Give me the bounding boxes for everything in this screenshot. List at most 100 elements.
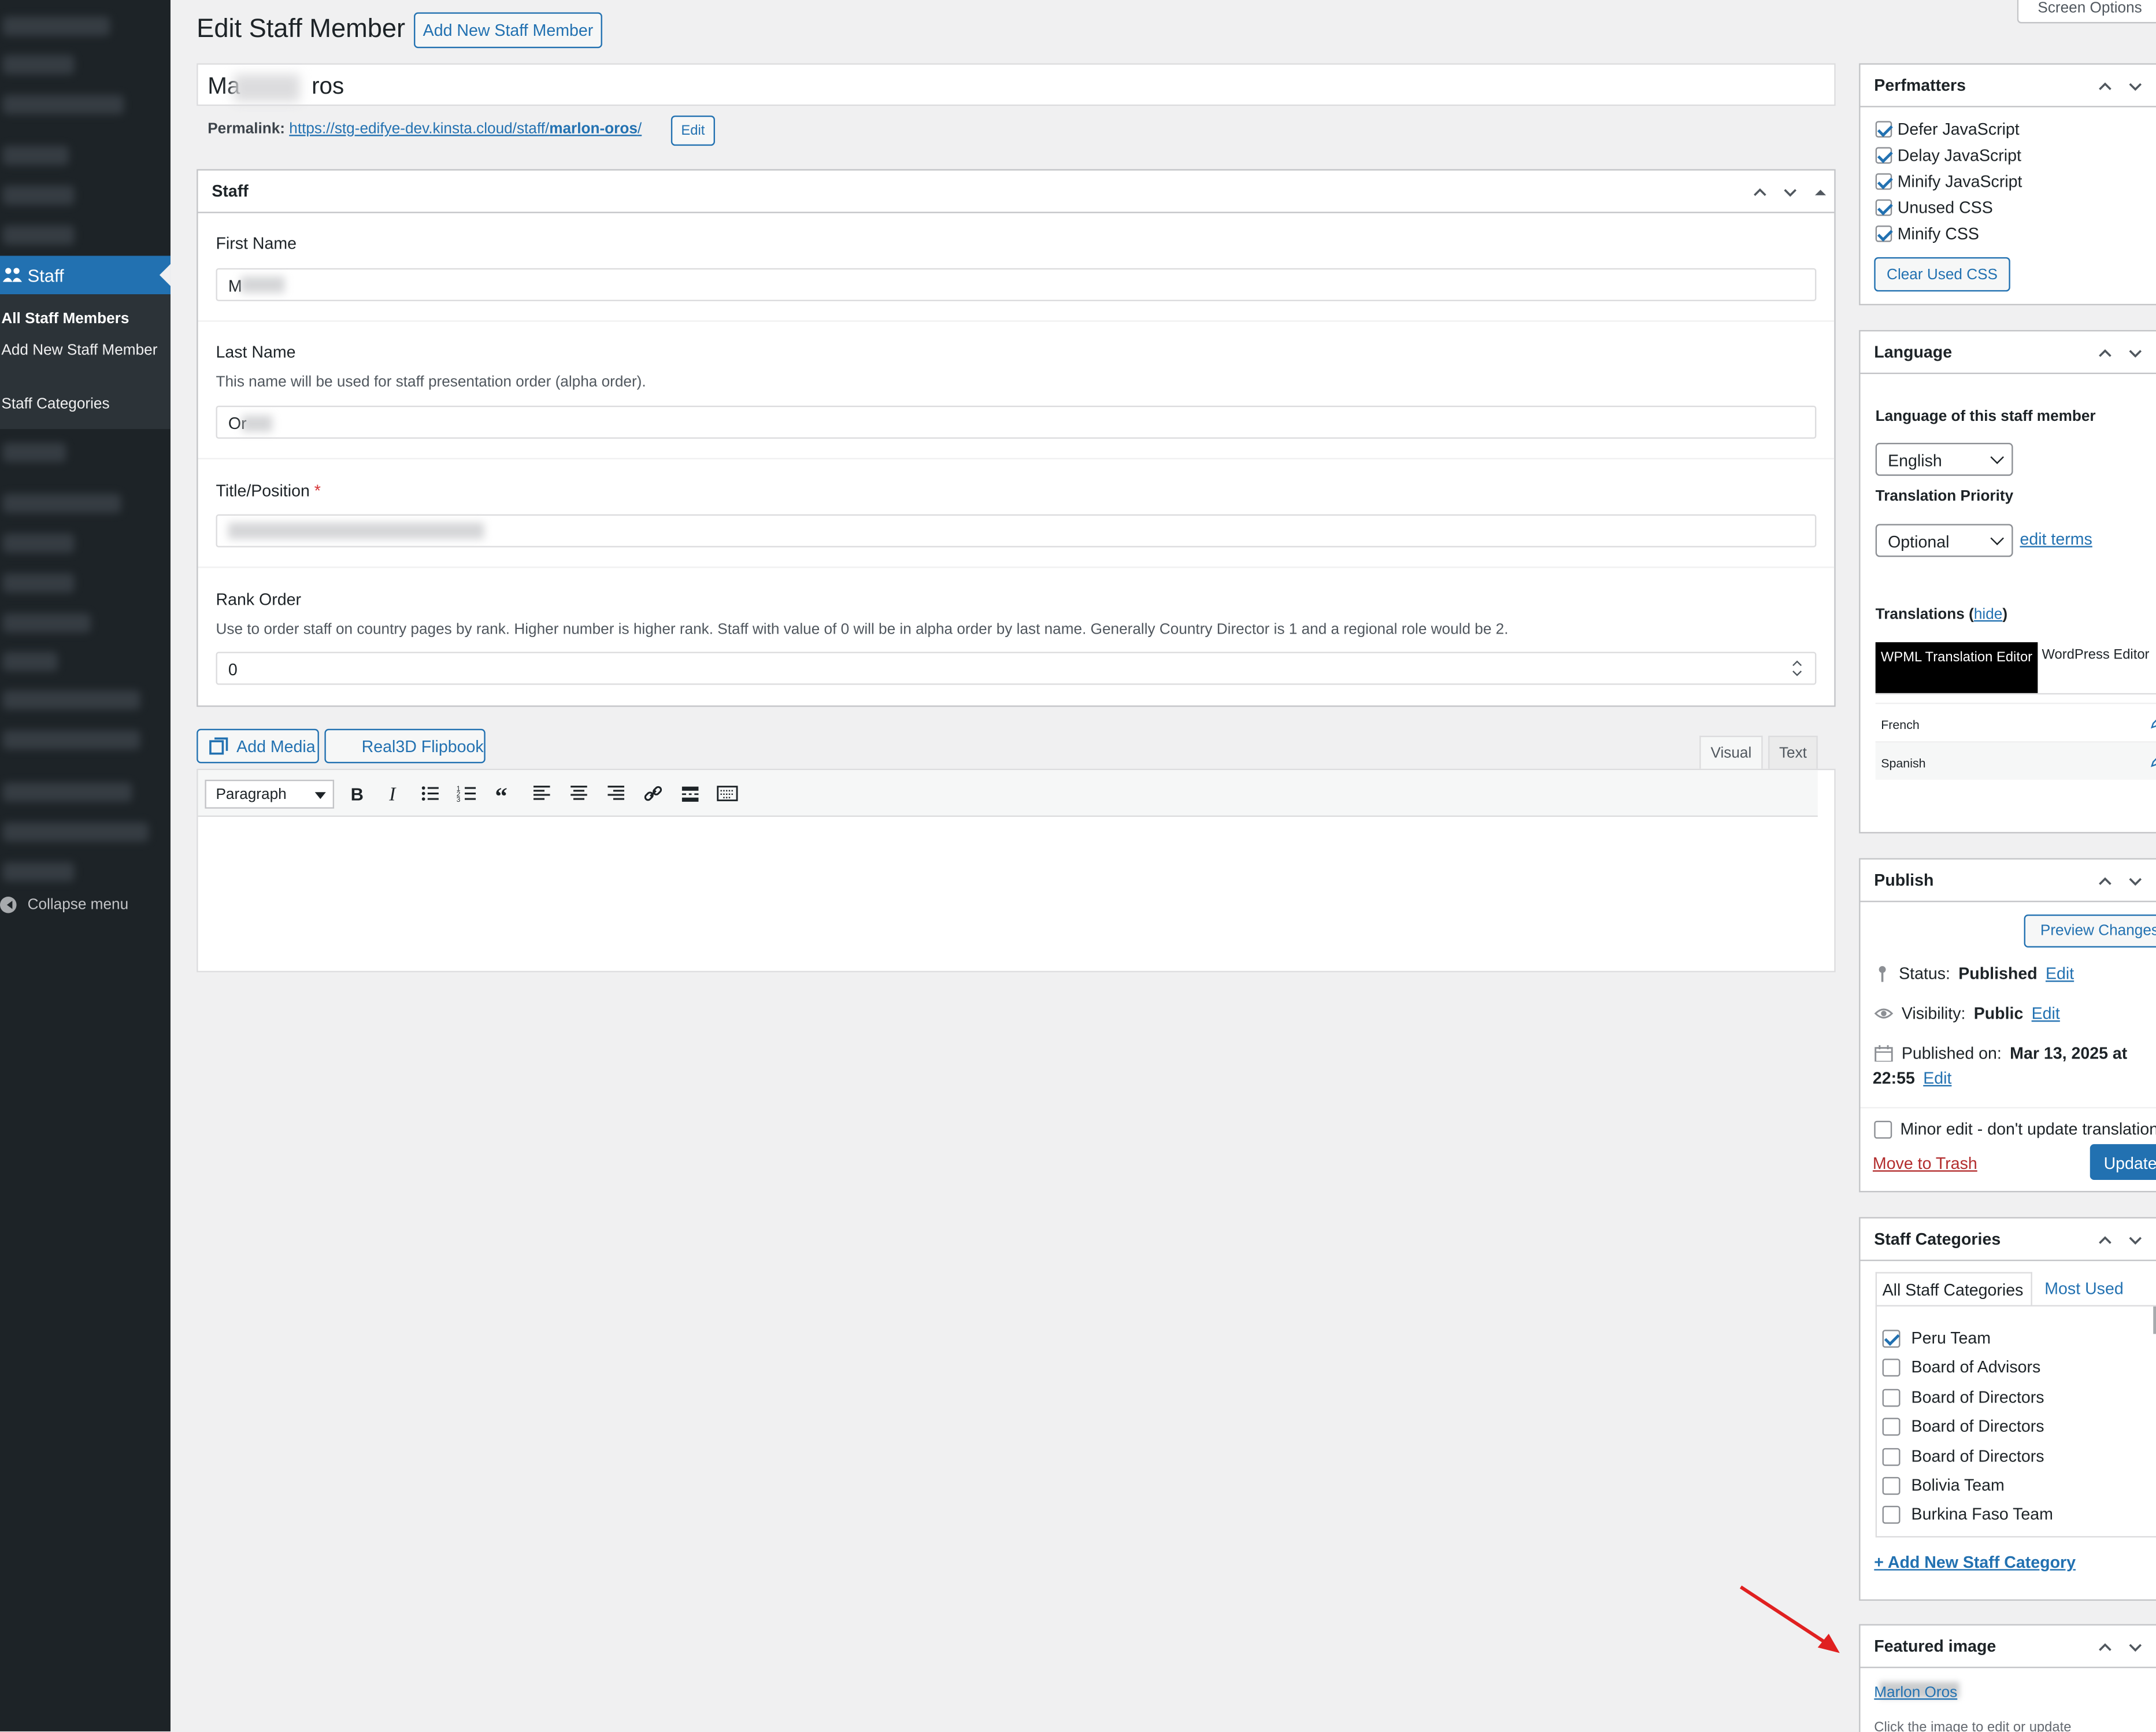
visibility-edit-link[interactable]: Edit <box>2032 1004 2060 1023</box>
preview-changes-button[interactable]: Preview Changes <box>2024 914 2156 948</box>
chevron-down-icon[interactable] <box>2126 1231 2145 1250</box>
italic-icon[interactable]: I <box>382 783 404 805</box>
tab-text[interactable]: Text <box>1768 735 1818 771</box>
menu-item-blurred[interactable] <box>2 55 75 75</box>
post-title-input[interactable]: Ma ros <box>197 63 1836 106</box>
category-item[interactable]: Burkina Faso Team <box>1882 1504 2053 1524</box>
move-to-trash-link[interactable]: Move to Trash <box>1873 1154 1977 1173</box>
add-media-button[interactable]: Add Media <box>197 728 319 764</box>
permalink-edit-button[interactable]: Edit <box>670 115 715 146</box>
bullet-list-icon[interactable] <box>420 783 442 805</box>
pencil-icon[interactable] <box>2150 715 2156 729</box>
staff-categories-header[interactable]: Staff Categories <box>1860 1219 2156 1261</box>
checkbox[interactable] <box>1882 1417 1901 1435</box>
menu-item-blurred[interactable] <box>2 822 149 842</box>
chevron-down-icon[interactable] <box>2126 344 2145 363</box>
minor-edit-checkbox[interactable] <box>1874 1120 1892 1138</box>
chevron-up-icon[interactable] <box>2095 1231 2114 1250</box>
checkbox[interactable] <box>1882 1358 1901 1376</box>
menu-item-blurred[interactable] <box>2 533 75 553</box>
publish-header[interactable]: Publish <box>1860 860 2156 902</box>
category-item[interactable]: Board of Directors <box>1882 1387 2044 1407</box>
menu-item-blurred[interactable] <box>2 690 140 710</box>
tab-visual[interactable]: Visual <box>1699 735 1763 771</box>
scrollbar[interactable] <box>2153 1306 2156 1334</box>
unused-css-option[interactable]: Unused CSS <box>1875 198 1993 217</box>
spinner-icon[interactable] <box>1790 658 1804 678</box>
chevron-up-icon[interactable] <box>2095 1638 2114 1657</box>
staff-metabox-header[interactable]: Staff <box>198 171 1835 213</box>
category-item[interactable]: Board of Directors <box>1882 1446 2044 1466</box>
read-more-icon[interactable] <box>679 783 701 805</box>
tab-wordpress-editor[interactable]: WordPress Editor <box>2039 642 2156 693</box>
menu-item-blurred[interactable] <box>2 652 58 671</box>
tab-all-categories[interactable]: All Staff Categories <box>1875 1272 2032 1307</box>
collapse-menu[interactable]: Collapse menu <box>0 896 128 913</box>
category-item[interactable]: Board of Directors <box>1882 1416 2044 1435</box>
tab-wpml-editor[interactable]: WPML Translation Editor <box>1875 642 2038 693</box>
checkbox[interactable] <box>1882 1388 1901 1407</box>
blockquote-icon[interactable]: “ <box>494 783 516 805</box>
minor-edit-row[interactable]: Minor edit - don't update translation <box>1874 1119 2156 1139</box>
toggle-panel-icon[interactable] <box>1811 183 1830 202</box>
chevron-up-icon[interactable] <box>2095 77 2114 96</box>
bold-icon[interactable]: B <box>345 783 367 805</box>
checkbox[interactable] <box>1875 147 1892 164</box>
checkbox[interactable] <box>1875 121 1892 138</box>
menu-item-staff[interactable]: Staff <box>0 256 171 295</box>
checkbox[interactable] <box>1875 199 1892 216</box>
menu-item-blurred[interactable] <box>2 146 69 165</box>
content-editor[interactable]: Paragraph B I 123 “ <box>197 768 1836 972</box>
last-name-input[interactable]: Or <box>216 405 1817 439</box>
clear-used-css-button[interactable]: Clear Used CSS <box>1874 257 2010 292</box>
submenu-all-staff[interactable]: All Staff Members <box>0 309 162 330</box>
update-button[interactable]: Update <box>2090 1144 2156 1180</box>
menu-item-blurred[interactable] <box>2 730 140 750</box>
menu-item-blurred[interactable] <box>2 613 91 633</box>
permalink-url[interactable]: https://stg-edifye-dev.kinsta.cloud/staf… <box>289 121 642 138</box>
menu-item-blurred[interactable] <box>2 493 121 513</box>
translation-priority-select[interactable]: Optional <box>1875 524 2013 557</box>
category-item[interactable]: Bolivia Team <box>1882 1475 2005 1495</box>
translations-hide-link[interactable]: hide <box>1974 606 2002 623</box>
chevron-up-icon[interactable] <box>1750 183 1769 202</box>
featured-image-header[interactable]: Featured image <box>1860 1626 2156 1668</box>
language-select[interactable]: English <box>1875 442 2013 476</box>
checkbox[interactable] <box>1882 1329 1901 1348</box>
checkbox[interactable] <box>1875 225 1892 242</box>
chevron-down-icon[interactable] <box>2126 1638 2145 1657</box>
minify-css-option[interactable]: Minify CSS <box>1875 224 1979 243</box>
tab-most-used[interactable]: Most Used <box>2044 1279 2123 1298</box>
perfmatters-header[interactable]: Perfmatters <box>1860 65 2156 108</box>
numbered-list-icon[interactable]: 123 <box>457 783 479 805</box>
align-right-icon[interactable] <box>605 783 627 805</box>
flipbook-button[interactable]: Real3D Flipbook <box>324 728 486 764</box>
featured-image-link[interactable]: Marlon Oros <box>1874 1685 1957 1701</box>
menu-item-blurred[interactable] <box>2 186 75 205</box>
toolbar-toggle-icon[interactable] <box>716 783 738 805</box>
menu-item-blurred[interactable] <box>2 16 110 36</box>
checkbox[interactable] <box>1875 173 1892 190</box>
first-name-input[interactable]: M <box>216 268 1817 301</box>
chevron-up-icon[interactable] <box>2095 344 2114 363</box>
checkbox[interactable] <box>1882 1505 1901 1523</box>
menu-item-blurred[interactable] <box>2 782 132 802</box>
add-new-staff-button[interactable]: Add New Staff Member <box>414 12 602 49</box>
rank-order-input[interactable]: 0 <box>216 652 1817 685</box>
menu-item-blurred[interactable] <box>2 95 124 114</box>
menu-item-blurred[interactable] <box>2 442 66 462</box>
category-item[interactable]: Board of Advisors <box>1882 1357 2040 1376</box>
delay-js-option[interactable]: Delay JavaScript <box>1875 146 2021 165</box>
menu-item-blurred[interactable] <box>2 862 75 882</box>
minify-js-option[interactable]: Minify JavaScript <box>1875 172 2022 191</box>
published-edit-link[interactable]: Edit <box>1923 1068 1951 1087</box>
align-left-icon[interactable] <box>531 783 553 805</box>
add-new-category-link[interactable]: + Add New Staff Category <box>1874 1553 2076 1572</box>
menu-item-blurred[interactable] <box>2 225 75 245</box>
pencil-icon[interactable] <box>2150 754 2156 768</box>
chevron-down-icon[interactable] <box>2126 872 2145 891</box>
link-icon[interactable] <box>642 783 664 805</box>
chevron-up-icon[interactable] <box>2095 872 2114 891</box>
submenu-staff-categories[interactable]: Staff Categories <box>0 395 162 416</box>
menu-item-blurred[interactable] <box>2 573 75 593</box>
